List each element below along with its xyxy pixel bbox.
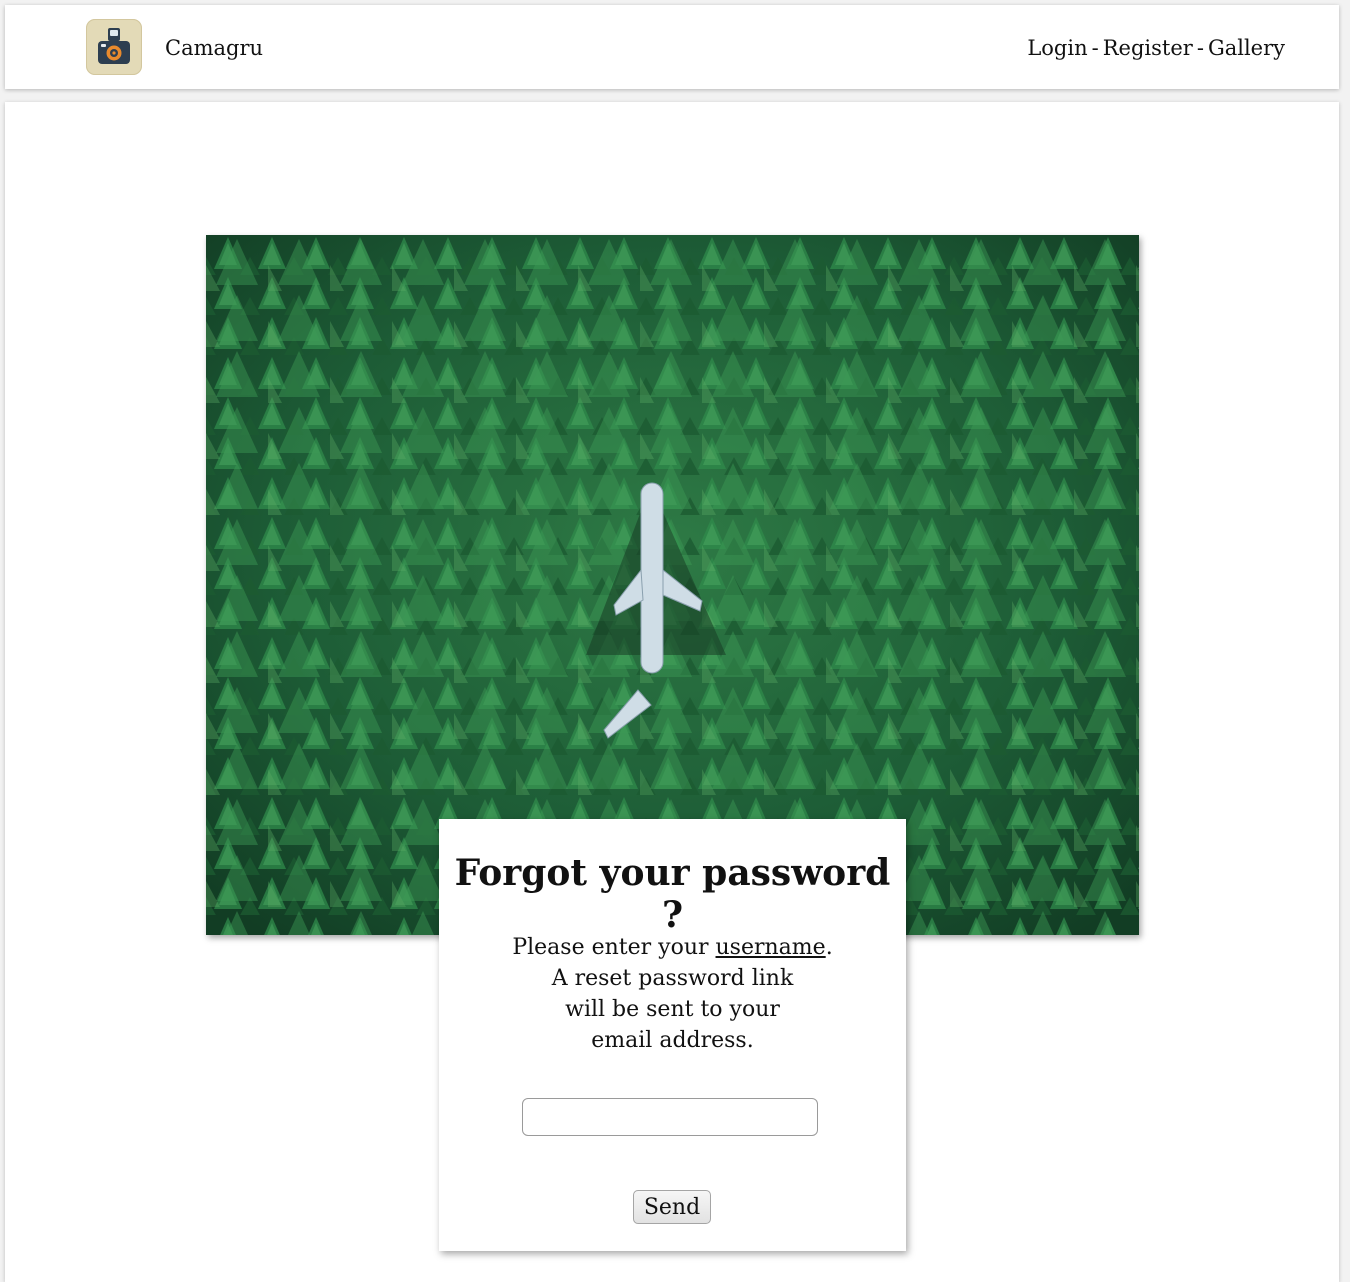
nav-register-link[interactable]: Register <box>1103 36 1193 60</box>
forgot-password-card: Forgot your password ? Please enter your… <box>439 819 906 1251</box>
instructions-line3: will be sent to your <box>565 997 780 1022</box>
instructions-text: Please enter your username. A reset pass… <box>499 932 846 1056</box>
nav-login-link[interactable]: Login <box>1027 36 1087 60</box>
instructions-line4: email address. <box>591 1028 754 1053</box>
brand-name[interactable]: Camagru <box>165 35 263 61</box>
nav-separator: - <box>1091 36 1099 60</box>
username-input[interactable] <box>522 1098 818 1136</box>
top-navbar: Camagru Login - Register - Gallery <box>5 5 1339 89</box>
nav-separator: - <box>1196 36 1204 60</box>
send-button[interactable]: Send <box>633 1190 711 1224</box>
instructions-prefix: Please enter your <box>512 935 709 960</box>
camera-icon[interactable] <box>86 19 142 75</box>
nav-gallery-link[interactable]: Gallery <box>1208 36 1285 60</box>
instructions-line2: A reset password link <box>551 966 794 991</box>
main-content: Forgot your password ? Please enter your… <box>5 102 1339 1282</box>
instructions-suffix: . <box>825 935 833 960</box>
page-title: Forgot your password ? <box>454 852 891 936</box>
instructions-keyword: username <box>715 935 826 960</box>
nav-links: Login - Register - Gallery <box>1027 35 1285 61</box>
